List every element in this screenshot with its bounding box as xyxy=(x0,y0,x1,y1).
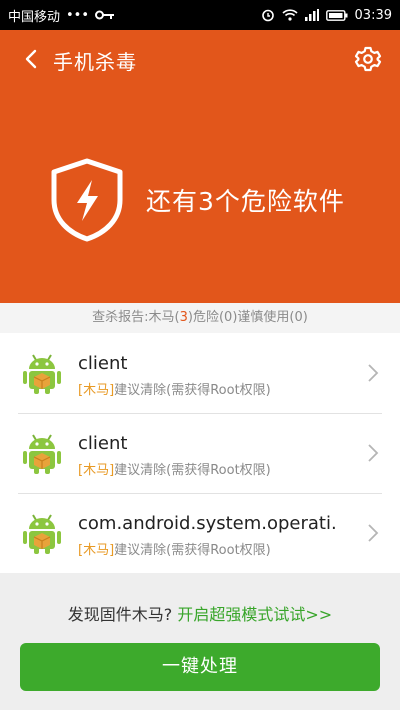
threat-description: [木马]建议清除(需获得Root权限) xyxy=(78,539,271,558)
trojan-tag: [木马] xyxy=(78,543,115,558)
clock-time: 03:39 xyxy=(354,7,392,23)
threat-item[interactable]: com.android.system.operati. [木马]建议清除(需获得… xyxy=(0,493,400,573)
report-prefix: 查杀报告:木马( xyxy=(92,310,180,325)
android-app-icon xyxy=(23,354,61,394)
signal-icon xyxy=(304,9,319,21)
firmware-prompt: 发现固件木马? 开启超强模式试试>> xyxy=(0,601,400,625)
app-name: com.android.system.operati. xyxy=(78,513,337,534)
android-app-icon xyxy=(23,434,61,474)
key-icon xyxy=(95,10,115,20)
chevron-right-icon xyxy=(368,364,379,382)
advice-text: 建议清除(需获得Root权限) xyxy=(114,383,271,398)
threat-item[interactable]: client [木马]建议清除(需获得Root权限) xyxy=(0,413,400,493)
chevron-left-icon xyxy=(25,49,37,69)
page-title: 手机杀毒 xyxy=(53,50,137,74)
danger-headline: 还有3个危险软件 xyxy=(146,187,345,216)
trojan-tag: [木马] xyxy=(78,463,115,478)
threat-description: [木马]建议清除(需获得Root权限) xyxy=(78,459,271,478)
app-name: client xyxy=(78,353,128,374)
chevron-right-icon xyxy=(368,524,379,542)
scan-report: 查杀报告:木马(3)危险(0)谨慎使用(0) xyxy=(0,303,400,333)
notification-dots: ••• xyxy=(66,7,90,23)
settings-button[interactable] xyxy=(354,45,382,73)
back-button[interactable] xyxy=(20,47,44,71)
trojan-tag: [木马] xyxy=(78,383,115,398)
advice-text: 建议清除(需获得Root权限) xyxy=(114,463,271,478)
battery-icon xyxy=(325,9,348,21)
threat-list: client [木马]建议清除(需获得Root权限) client [木马]建议… xyxy=(0,333,400,573)
advice-text: 建议清除(需获得Root权限) xyxy=(114,543,271,558)
carrier-name: 中国移动 xyxy=(8,9,61,25)
alarm-icon xyxy=(261,8,275,22)
wifi-icon xyxy=(281,9,298,21)
android-app-icon xyxy=(23,514,61,554)
one-click-fix-button[interactable]: 一键处理 xyxy=(20,643,380,691)
bottom-panel: 发现固件木马? 开启超强模式试试>> 一键处理 xyxy=(0,573,400,710)
status-bar: 中国移动 ••• 03:39 xyxy=(0,0,400,30)
title-bar: 手机杀毒 xyxy=(0,30,400,88)
shield-lightning-icon xyxy=(51,158,123,242)
report-rest: )危险(0)谨慎使用(0) xyxy=(187,310,308,325)
threat-item[interactable]: client [木马]建议清除(需获得Root权限) xyxy=(0,333,400,413)
app-name: client xyxy=(78,433,128,454)
super-mode-link[interactable]: 开启超强模式试试>> xyxy=(177,605,332,624)
trojan-count: 3 xyxy=(179,310,188,325)
chevron-right-icon xyxy=(368,444,379,462)
threat-description: [木马]建议清除(需获得Root权限) xyxy=(78,379,271,398)
hero-panel: 手机杀毒 还有3个危险软件 xyxy=(0,30,400,303)
gear-icon xyxy=(354,46,382,72)
firmware-text: 发现固件木马? xyxy=(67,605,178,624)
